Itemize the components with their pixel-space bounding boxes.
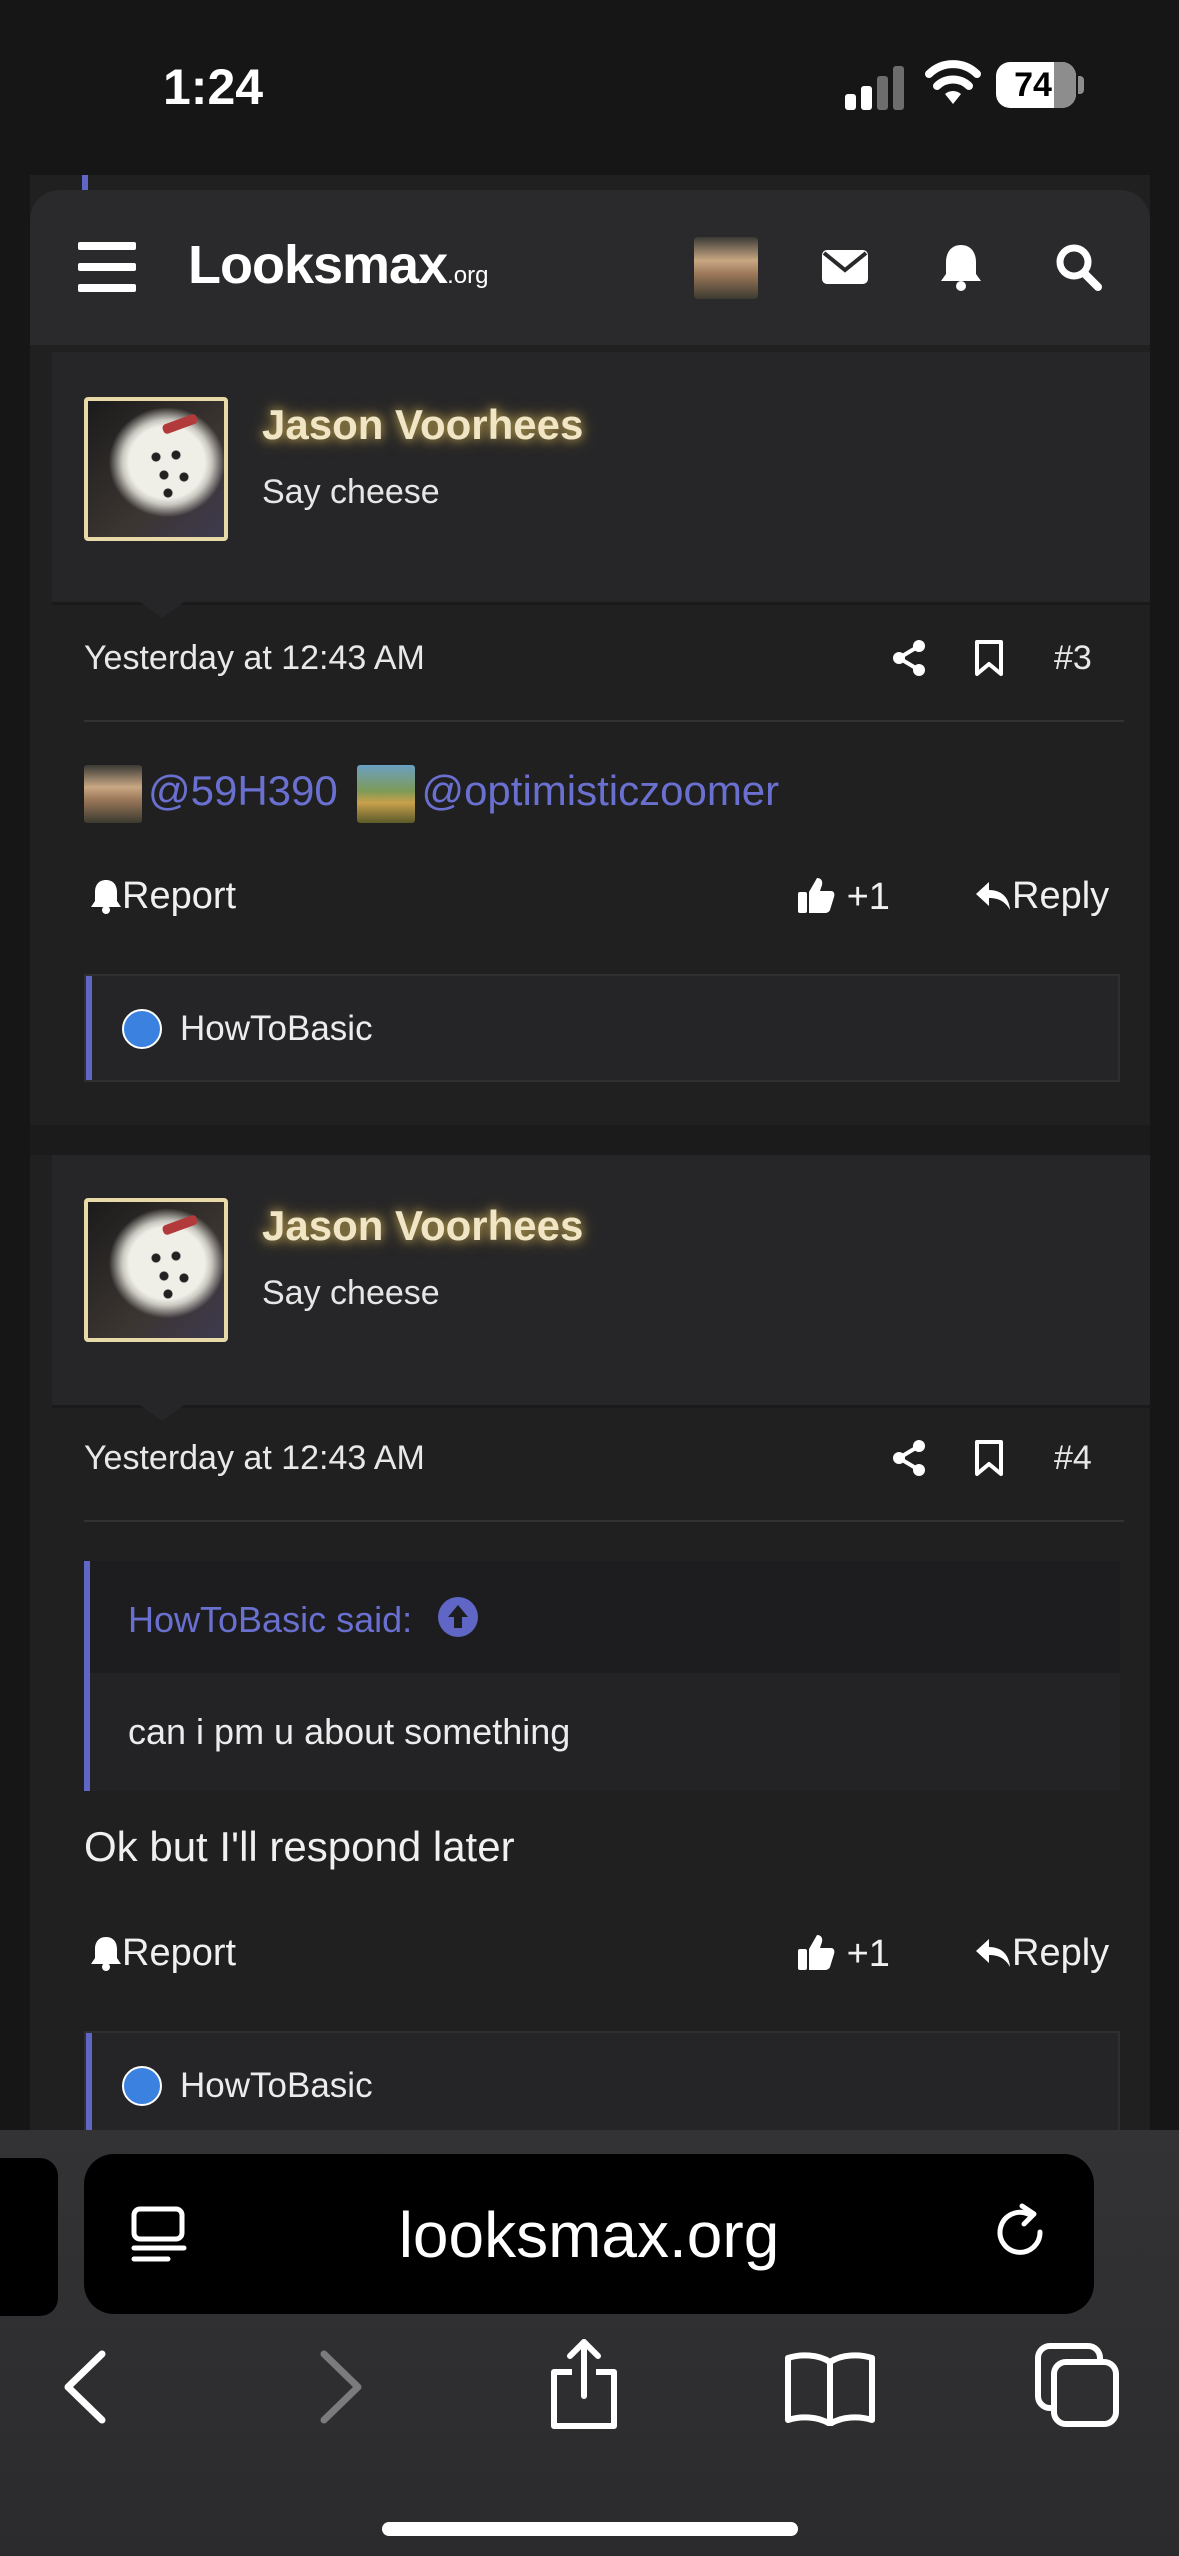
status-time: 1:24 — [163, 59, 264, 115]
reply-label: Reply — [1012, 875, 1110, 917]
divider — [84, 720, 1124, 722]
tabs-icon[interactable] — [1034, 2342, 1120, 2428]
quote-block: HowToBasic said: can i pm u about someth… — [84, 1561, 1120, 1791]
search-icon[interactable] — [1054, 242, 1102, 292]
battery-level: 74 — [1014, 66, 1052, 104]
reaction-user[interactable]: HowToBasic — [180, 2066, 373, 2106]
bell-icon[interactable] — [938, 242, 984, 292]
reaction-user[interactable]: HowToBasic — [180, 1009, 373, 1049]
bookmark-icon[interactable] — [973, 1439, 1005, 1477]
post-separator — [30, 1125, 1150, 1155]
reply-icon — [976, 1939, 1010, 1967]
envelope-icon[interactable] — [820, 242, 870, 292]
address-bar[interactable]: looksmax.org — [84, 2154, 1094, 2314]
site-logo[interactable]: Looksmax.org — [188, 234, 488, 296]
post-body: Ok but I'll respond later — [84, 1823, 515, 1870]
user-title: Say cheese — [262, 1274, 440, 1312]
back-icon[interactable] — [62, 2350, 108, 2424]
reply-button[interactable]: Reply — [974, 1932, 1109, 1975]
cellular-signal-icon — [845, 64, 905, 110]
previous-tab-peek[interactable] — [0, 2158, 58, 2316]
report-label: Report — [122, 875, 237, 917]
bookmark-icon[interactable] — [973, 639, 1005, 677]
bell-icon — [91, 1937, 121, 1971]
wifi-icon — [925, 60, 981, 104]
mention-link[interactable]: @optimisticzoomer — [421, 767, 779, 814]
browser-toolbar: looksmax.org — [0, 2130, 1179, 2556]
username[interactable]: Jason Voorhees — [262, 1202, 583, 1250]
reactions-bar[interactable]: HowToBasic — [84, 974, 1120, 1082]
divider — [84, 1520, 1124, 1522]
battery-nub — [1078, 76, 1084, 94]
share-icon[interactable] — [548, 2338, 620, 2430]
post-date[interactable]: Yesterday at 12:43 AM — [84, 639, 425, 678]
site-header: Looksmax.org — [30, 190, 1150, 345]
quote-author[interactable]: HowToBasic said: — [128, 1599, 412, 1641]
post-number[interactable]: #3 — [1054, 639, 1092, 678]
mentions-line: @59H390 @optimisticzoomer — [84, 765, 779, 823]
report-label: Report — [122, 1932, 237, 1974]
report-button[interactable]: Report — [90, 875, 236, 918]
reply-button[interactable]: Reply — [974, 875, 1109, 918]
url-text[interactable]: looksmax.org — [84, 2198, 1094, 2272]
battery-icon: 74 — [996, 62, 1076, 108]
share-icon[interactable] — [890, 1439, 928, 1477]
reply-label: Reply — [1012, 1932, 1110, 1974]
like-button[interactable]: +1 — [796, 875, 890, 919]
page-content: Looksmax.org Jason Voorhees Say cheese Y… — [30, 175, 1150, 2130]
like-reaction-icon — [122, 2066, 162, 2106]
bell-icon — [91, 880, 121, 914]
like-button[interactable]: +1 — [796, 1932, 890, 1976]
user-avatar[interactable] — [694, 237, 758, 299]
reply-icon — [976, 882, 1010, 910]
like-count: +1 — [846, 876, 890, 918]
logo-tld: .org — [447, 262, 489, 289]
like-reaction-icon — [122, 1009, 162, 1049]
status-bar: 1:24 74 — [0, 0, 1179, 175]
thumbs-up-icon — [798, 878, 835, 913]
avatar[interactable] — [84, 1198, 228, 1342]
user-title: Say cheese — [262, 473, 440, 511]
username[interactable]: Jason Voorhees — [262, 401, 583, 449]
mention-avatar — [357, 765, 416, 823]
forward-icon[interactable] — [318, 2350, 364, 2424]
reactions-bar[interactable]: HowToBasic — [84, 2031, 1120, 2130]
share-icon[interactable] — [890, 639, 928, 677]
reload-icon[interactable] — [990, 2202, 1054, 2266]
home-indicator[interactable] — [382, 2522, 798, 2536]
post-number[interactable]: #4 — [1054, 1439, 1092, 1478]
mention-link[interactable]: @59H390 — [148, 767, 338, 814]
post-date[interactable]: Yesterday at 12:43 AM — [84, 1439, 425, 1478]
like-count: +1 — [846, 1933, 890, 1975]
avatar[interactable] — [84, 397, 228, 541]
thumbs-up-icon — [798, 1935, 835, 1970]
report-button[interactable]: Report — [90, 1932, 236, 1975]
logo-text: Looksmax — [188, 235, 448, 295]
bookmarks-icon[interactable] — [784, 2350, 876, 2426]
quote-text: can i pm u about something — [128, 1711, 571, 1752]
mention-avatar — [84, 765, 142, 823]
arrow-up-circle-icon[interactable] — [438, 1597, 478, 1637]
menu-icon[interactable] — [78, 242, 136, 292]
